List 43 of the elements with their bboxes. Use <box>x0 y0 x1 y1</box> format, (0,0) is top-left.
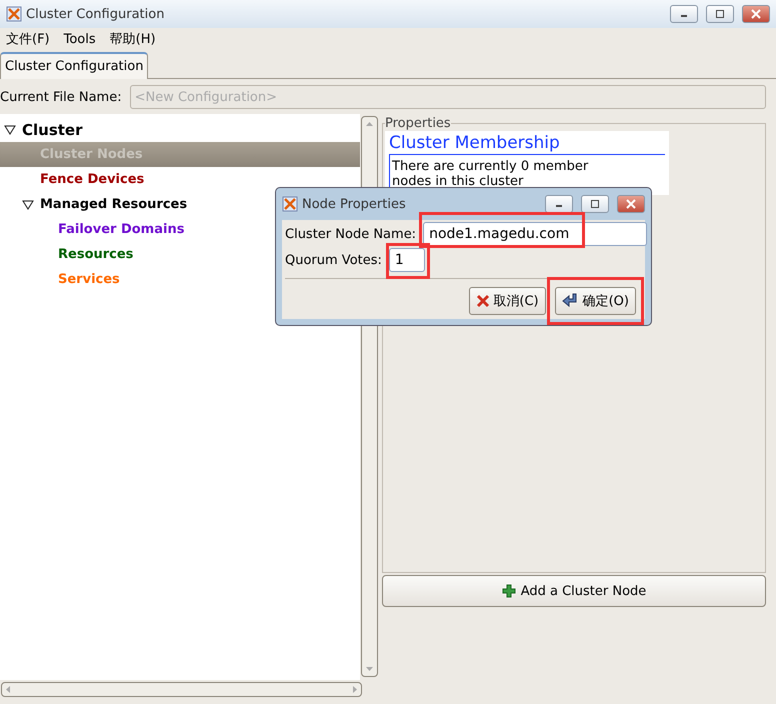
ok-button[interactable]: 确定(O) <box>554 287 636 315</box>
maximize-button[interactable] <box>581 195 609 213</box>
tree-label: Fence Devices <box>40 172 144 187</box>
close-button[interactable] <box>617 195 645 213</box>
tree-item[interactable]: Fence Devices <box>0 167 360 192</box>
minimize-button[interactable] <box>545 195 573 213</box>
maximize-icon <box>714 9 726 19</box>
menu-item[interactable]: 文件(F) <box>6 30 50 48</box>
file-name-field[interactable]: <New Configuration> <box>130 85 766 109</box>
window-title: Cluster Configuration <box>26 6 166 22</box>
frame-legend: Properties <box>385 116 451 131</box>
close-button[interactable] <box>742 5 770 23</box>
tree-label: Managed Resources <box>40 197 188 212</box>
expander-icon[interactable] <box>22 200 34 210</box>
dialog-title: Node Properties <box>302 196 407 212</box>
plus-icon <box>502 584 516 598</box>
expander-icon[interactable] <box>4 124 16 134</box>
minimize-button[interactable] <box>670 5 698 23</box>
field-label: Current File Name: <box>0 90 122 104</box>
close-icon <box>625 199 637 209</box>
panel-heading: Cluster Membership <box>389 133 665 155</box>
field-label: Cluster Node Name: <box>285 226 416 242</box>
tab[interactable]: Cluster Configuration <box>0 52 148 79</box>
menu-item[interactable]: 帮助(H) <box>110 30 156 48</box>
add-node-button[interactable]: Add a Cluster Node <box>382 575 766 607</box>
input-field[interactable]: node1.magedu.com <box>423 222 648 246</box>
tree-label: Cluster <box>22 120 82 138</box>
app-icon <box>6 6 22 22</box>
input-field[interactable]: 1 <box>388 248 425 272</box>
cross-icon <box>476 294 490 308</box>
maximize-icon <box>589 199 601 209</box>
field-label: Quorum Votes: <box>285 252 382 268</box>
tree-label: Services <box>58 272 120 287</box>
cancel-button[interactable]: 取消(C) <box>469 287 546 315</box>
close-icon <box>750 9 762 19</box>
tree-label: Cluster Nodes <box>40 147 143 162</box>
menu-item[interactable]: Tools <box>64 32 96 46</box>
horizontal-scrollbar[interactable] <box>1 682 362 697</box>
info-text: nodes in this cluster <box>392 174 524 189</box>
app-icon <box>282 196 298 212</box>
tree-item[interactable]: Cluster <box>0 117 360 142</box>
info-text: There are currently 0 member <box>392 159 590 174</box>
maximize-button[interactable] <box>706 5 734 23</box>
